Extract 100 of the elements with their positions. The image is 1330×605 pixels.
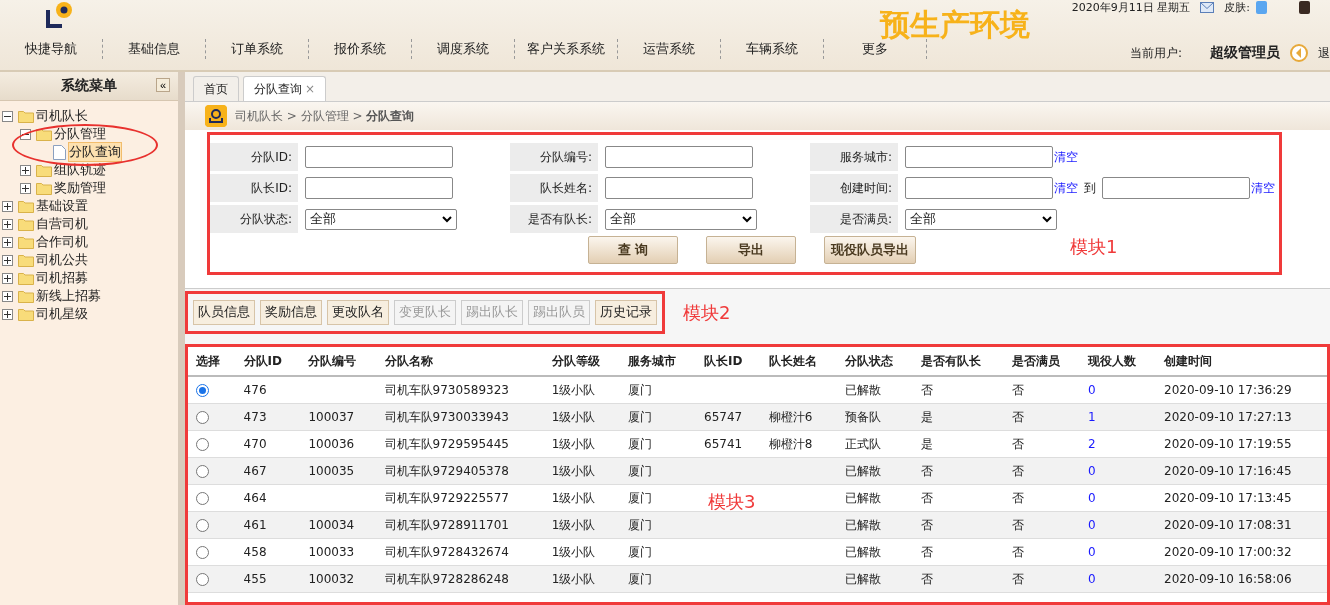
tab[interactable]: 分队查询 × (243, 76, 327, 101)
tree-item[interactable]: 司机队长 (36, 107, 88, 125)
count-link[interactable]: 0 (1087, 491, 1096, 505)
expand-toggle[interactable] (20, 128, 31, 140)
nav-menu-item[interactable]: 运营系统 (618, 39, 721, 59)
nav-menu-item[interactable]: 车辆系统 (721, 39, 824, 59)
table-cell: 是 (921, 409, 934, 424)
nav-menu-item[interactable]: 调度系统 (412, 39, 515, 59)
tree-item[interactable]: 自营司机 (36, 215, 88, 233)
skin-swatch[interactable] (1299, 0, 1310, 14)
tree-item[interactable]: 合作司机 (36, 233, 88, 251)
count-link[interactable]: 0 (1087, 464, 1096, 478)
clear-link[interactable]: 清空 (1054, 148, 1078, 166)
select-field[interactable]: 全部 (605, 208, 757, 230)
action-button[interactable]: 现役队员导出 (824, 236, 916, 264)
environment-title: 预生产环境 (880, 10, 1030, 40)
nav-menu-item[interactable]: 基础信息 (103, 39, 206, 59)
expand-toggle[interactable] (2, 218, 13, 230)
tree-item[interactable]: 分队管理 (54, 125, 106, 143)
table-cell: 1级小队 (551, 544, 596, 559)
row-radio[interactable] (196, 519, 209, 532)
row-radio[interactable] (196, 411, 209, 424)
select-field[interactable]: 全部 (905, 208, 1057, 230)
tree-item[interactable]: 基础设置 (36, 197, 88, 215)
nav-menu-item[interactable]: 快捷导航 (0, 39, 103, 59)
count-link[interactable]: 0 (1087, 545, 1096, 559)
table-cell: 否 (1011, 463, 1024, 478)
tree-item[interactable]: 司机公共 (36, 251, 88, 269)
expand-toggle[interactable] (2, 110, 13, 122)
logout-link[interactable]: 退 (1318, 44, 1330, 62)
tree-item[interactable]: 分队查询 (68, 142, 122, 162)
expand-toggle[interactable] (2, 236, 13, 248)
tree-item[interactable]: 司机星级 (36, 305, 88, 323)
count-link[interactable]: 1 (1087, 410, 1096, 424)
expand-toggle[interactable] (2, 272, 13, 284)
nav-menu-item[interactable]: 更多 (824, 39, 927, 59)
toolbar-button[interactable]: 历史记录 (595, 300, 657, 325)
row-radio[interactable] (196, 546, 209, 559)
close-icon[interactable]: × (305, 82, 316, 96)
count-link[interactable]: 0 (1087, 518, 1096, 532)
table-cell: 厦门 (627, 436, 652, 451)
nav-menu-item[interactable]: 订单系统 (206, 39, 309, 59)
input-field[interactable] (605, 177, 753, 199)
expand-toggle[interactable] (2, 254, 13, 266)
row-radio[interactable] (196, 492, 209, 505)
table-cell: 是 (921, 436, 934, 451)
skin-label: 皮肤: (1224, 0, 1250, 15)
table-cell: 柳橙汁8 (768, 436, 813, 451)
tab[interactable]: 首页 (193, 76, 239, 101)
table-cell: 2020-09-10 17:00:32 (1164, 545, 1292, 559)
clear-link[interactable]: 清空 (1251, 179, 1275, 197)
row-radio[interactable] (196, 438, 209, 451)
expand-toggle[interactable] (2, 200, 13, 212)
row-radio[interactable] (196, 573, 209, 586)
action-button[interactable]: 导出 (706, 236, 796, 264)
input-field[interactable] (305, 177, 453, 199)
expand-toggle[interactable] (20, 182, 31, 194)
expand-toggle[interactable] (20, 164, 31, 176)
table-cell: 已解散 (845, 382, 882, 397)
annotation-label: 模块1 (1070, 235, 1118, 259)
folder-icon (18, 109, 34, 123)
row-radio[interactable] (196, 384, 209, 397)
action-button[interactable]: 查 询 (588, 236, 678, 264)
table-cell: 1级小队 (551, 436, 596, 451)
table-cell: 1级小队 (551, 409, 596, 424)
nav-menu-item[interactable]: 客户关系系统 (515, 39, 618, 59)
row-radio[interactable] (196, 465, 209, 478)
select-field[interactable]: 全部 (305, 208, 457, 230)
input-field[interactable] (905, 146, 1053, 168)
toolbar-button[interactable]: 更改队名 (327, 300, 389, 325)
table-cell: 司机车队9728911701 (384, 517, 509, 532)
table-cell: 1级小队 (551, 382, 596, 397)
table-cell: 2020-09-10 17:27:13 (1164, 410, 1292, 424)
table-cell: 厦门 (627, 571, 652, 586)
input-field[interactable] (305, 146, 453, 168)
count-link[interactable]: 0 (1087, 383, 1096, 397)
clear-link[interactable]: 清空 (1054, 179, 1078, 197)
input-field[interactable] (1102, 177, 1250, 199)
table-cell: 100033 (308, 545, 355, 559)
skin-swatch[interactable] (1256, 0, 1267, 14)
input-field[interactable] (905, 177, 1053, 199)
mail-icon[interactable] (1200, 1, 1215, 13)
tree-item[interactable]: 奖励管理 (54, 179, 106, 197)
input-field[interactable] (605, 146, 753, 168)
toolbar-button[interactable]: 队员信息 (193, 300, 255, 325)
expand-toggle[interactable] (2, 308, 13, 320)
count-link[interactable]: 2 (1087, 437, 1096, 451)
table-cell: 厦门 (627, 382, 652, 397)
chevron-icon (1042, 215, 1052, 223)
toolbar-button[interactable]: 奖励信息 (260, 300, 322, 325)
table-cell: 否 (921, 517, 934, 532)
tree-item[interactable]: 司机招募 (36, 269, 88, 287)
tree-item[interactable]: 新线上招募 (36, 287, 101, 305)
annotation-label: 模块3 (708, 490, 756, 514)
collapse-button[interactable]: « (156, 78, 170, 92)
count-link[interactable]: 0 (1087, 572, 1096, 586)
expand-toggle[interactable] (2, 290, 13, 302)
nav-menu-item[interactable]: 报价系统 (309, 39, 412, 59)
annotation-label: 模块2 (683, 300, 731, 325)
table-cell: 1级小队 (551, 490, 596, 505)
